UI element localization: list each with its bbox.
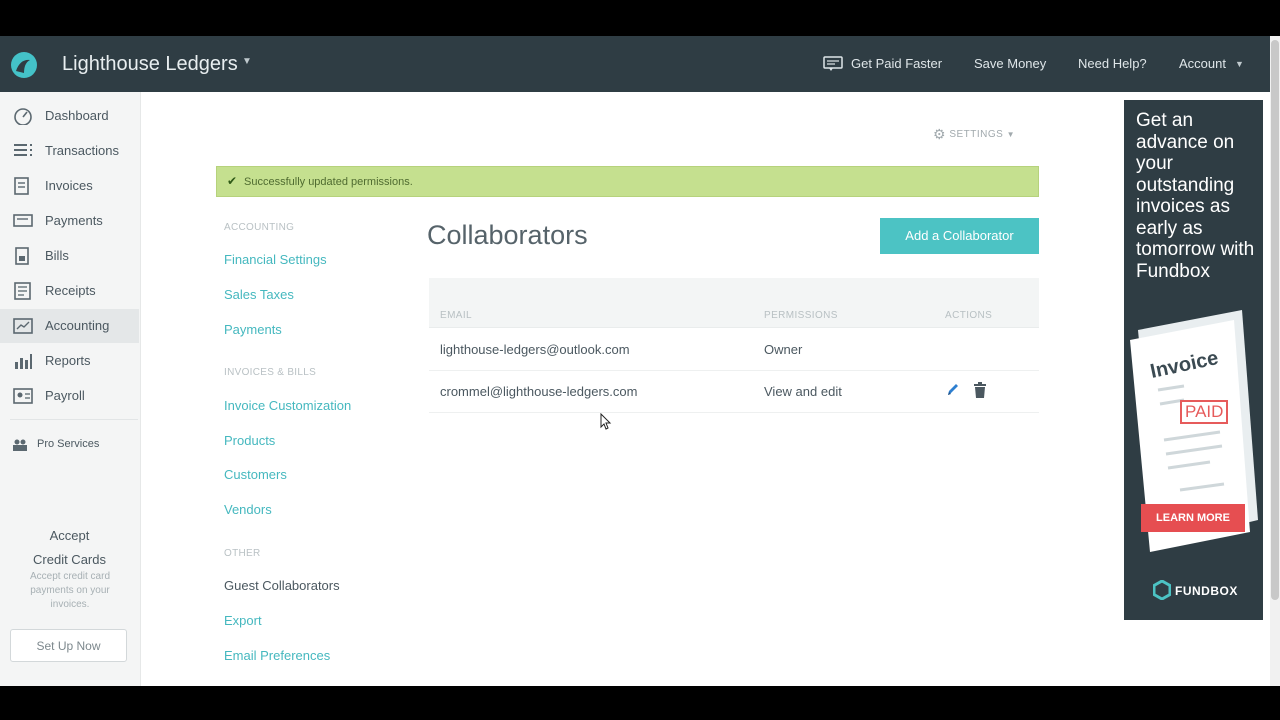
subnav-heading-other: OTHER <box>224 548 261 559</box>
promo-title-line2: Credit Cards <box>33 552 106 567</box>
chevron-down-icon: ▼ <box>1006 130 1016 139</box>
learn-more-button[interactable]: LEARN MORE <box>1141 504 1245 532</box>
subnav-financial-settings[interactable]: Financial Settings <box>224 252 327 267</box>
sidebar-item-invoices[interactable]: Invoices <box>0 169 139 203</box>
collaborator-email: crommel@lighthouse-ledgers.com <box>440 384 638 399</box>
get-paid-faster-link[interactable]: Get Paid Faster <box>851 56 942 71</box>
alert-message: Successfully updated permissions. <box>244 176 413 188</box>
mouse-cursor-icon <box>600 413 612 430</box>
page-title: Collaborators <box>427 220 588 250</box>
need-help-link[interactable]: Need Help? <box>1078 56 1147 71</box>
sidebar-item-payments[interactable]: Payments <box>0 204 139 238</box>
subnav-sales-taxes[interactable]: Sales Taxes <box>224 287 294 302</box>
table-row: crommel@lighthouse-ledgers.com View and … <box>429 370 1039 413</box>
sidebar: Dashboard Transactions Invoices Payments… <box>0 92 141 686</box>
sidebar-item-accounting[interactable]: Accounting <box>0 309 139 343</box>
sidebar-item-label: Bills <box>45 248 69 263</box>
ad-headline: Get an advance on your outstanding invoi… <box>1136 110 1255 282</box>
dashboard-icon <box>14 108 32 125</box>
account-menu[interactable]: Account <box>1179 56 1226 71</box>
set-up-now-button[interactable]: Set Up Now <box>10 629 127 662</box>
subnav-guest-collaborators[interactable]: Guest Collaborators <box>224 578 340 593</box>
sidebar-item-label: Invoices <box>45 178 93 193</box>
get-paid-icon[interactable] <box>823 56 843 72</box>
payroll-icon <box>13 388 33 404</box>
sidebar-item-label: Dashboard <box>45 108 109 123</box>
sidebar-item-reports[interactable]: Reports <box>0 344 139 378</box>
accounting-icon <box>13 318 33 334</box>
sidebar-item-label: Reports <box>45 353 91 368</box>
subnav-heading-invoices-bills: INVOICES & BILLS <box>224 367 317 378</box>
transactions-icon <box>14 144 32 156</box>
subnav-products[interactable]: Products <box>224 433 275 448</box>
subnav-heading-accounting: ACCOUNTING <box>224 222 295 233</box>
sidebar-item-label: Receipts <box>45 283 96 298</box>
scrollbar-thumb[interactable] <box>1271 40 1279 600</box>
save-money-link[interactable]: Save Money <box>974 56 1046 71</box>
promo-title-line1: Accept <box>49 528 90 543</box>
sidebar-item-receipts[interactable]: Receipts <box>0 274 139 308</box>
payments-icon <box>13 214 33 227</box>
sidebar-item-label: Accounting <box>45 318 110 333</box>
subnav-email-preferences[interactable]: Email Preferences <box>224 648 330 663</box>
sidebar-item-payroll[interactable]: Payroll <box>0 379 139 413</box>
fundbox-logo-icon <box>1153 580 1171 600</box>
subnav-invoice-customization[interactable]: Invoice Customization <box>224 398 351 413</box>
column-header-actions: ACTIONS <box>945 310 993 321</box>
sidebar-item-label: Payments <box>45 213 103 228</box>
reports-icon <box>15 354 32 369</box>
column-header-permissions: PERMISSIONS <box>764 310 838 321</box>
collaborator-permission: Owner <box>764 342 803 357</box>
checkmark-icon: ✔ <box>227 174 238 188</box>
ad-paid-stamp: PAID <box>1180 400 1229 424</box>
pro-services-link[interactable]: Pro Services <box>37 438 99 450</box>
fundbox-logo-text: FUNDBOX <box>1175 584 1238 598</box>
sidebar-item-label: Transactions <box>45 143 119 158</box>
gear-icon: ⚙ <box>933 126 947 142</box>
promo-description: Accept credit card payments on your invo… <box>29 571 111 610</box>
table-row: lighthouse-ledgers@outlook.com Owner <box>429 328 1039 371</box>
top-bar: Lighthouse Ledgers ▼ Get Paid Faster Sav… <box>0 36 1270 92</box>
sidebar-item-transactions[interactable]: Transactions <box>0 134 139 168</box>
add-collaborator-button[interactable]: Add a Collaborator <box>880 218 1039 254</box>
company-name[interactable]: Lighthouse Ledgers <box>62 53 238 76</box>
subnav-export[interactable]: Export <box>224 613 262 628</box>
invoices-icon <box>14 177 29 195</box>
pro-services-icon <box>13 439 27 451</box>
settings-label: SETTINGS <box>949 129 1004 140</box>
column-header-email: EMAIL <box>440 310 473 321</box>
fundbox-advertisement[interactable]: Get an advance on your outstanding invoi… <box>1124 100 1263 620</box>
vertical-scrollbar[interactable] <box>1270 36 1280 686</box>
delete-trash-icon[interactable] <box>973 382 987 398</box>
account-dropdown-icon[interactable]: ▼ <box>1235 59 1244 69</box>
settings-dropdown[interactable]: ⚙ SETTINGS ▼ <box>933 126 1015 143</box>
sidebar-item-label: Payroll <box>45 388 85 403</box>
bills-icon <box>15 247 29 265</box>
sidebar-divider <box>10 419 138 420</box>
collaborator-email: lighthouse-ledgers@outlook.com <box>440 342 630 357</box>
edit-pencil-icon[interactable] <box>945 382 959 398</box>
success-alert: ✔ Successfully updated permissions. <box>216 166 1039 197</box>
subnav-vendors[interactable]: Vendors <box>224 502 272 517</box>
app-logo-icon[interactable] <box>10 51 38 79</box>
company-dropdown-icon[interactable]: ▼ <box>242 56 252 67</box>
subnav-customers[interactable]: Customers <box>224 467 287 482</box>
table-header: EMAIL PERMISSIONS ACTIONS <box>429 278 1039 328</box>
collaborator-permission: View and edit <box>764 384 842 399</box>
app-window: Lighthouse Ledgers ▼ Get Paid Faster Sav… <box>0 36 1270 686</box>
sidebar-item-bills[interactable]: Bills <box>0 239 139 273</box>
receipts-icon <box>14 282 31 300</box>
subnav-payments[interactable]: Payments <box>224 322 282 337</box>
sidebar-item-dashboard[interactable]: Dashboard <box>0 99 139 133</box>
